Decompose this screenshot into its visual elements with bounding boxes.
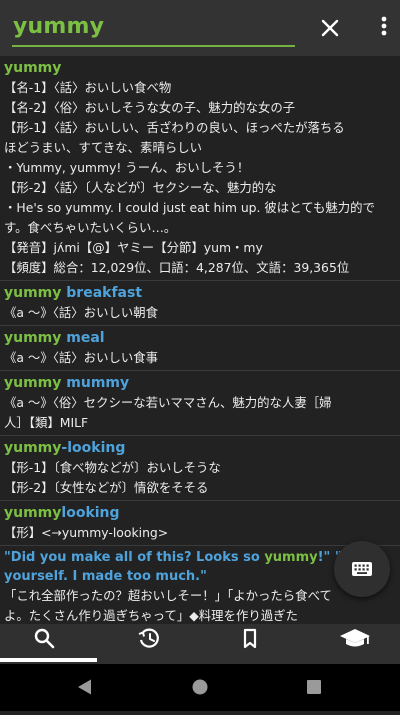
result-entry-yummy-meal[interactable]: yummy meal 《a ～》〈話〉おいしい食事 [0, 326, 400, 371]
cross-reference-line: 【形】<→yummy-looking> [4, 525, 169, 540]
close-icon [321, 19, 339, 37]
show-keyboard-button[interactable] [334, 541, 390, 597]
entry-headword: yummy [4, 60, 62, 76]
nav-study-tab[interactable] [300, 624, 400, 664]
nav-bookmarks-tab[interactable] [200, 624, 300, 664]
entry-headword: yummy meal [4, 330, 105, 346]
definition-line: 人］【類】MILF [4, 415, 89, 430]
overflow-menu-button[interactable] [372, 12, 396, 42]
system-nav-icons [78, 679, 321, 695]
system-navigation-bar [0, 664, 400, 711]
definition-line: 《a ～》〈俗〉セクシーな若いママさん、魅力的な人妻［婦 [4, 395, 332, 410]
example-translation-line: よ。たくさん作り過ぎちゃって」◆料理を作り過ぎた [4, 608, 298, 623]
recents-icon [307, 680, 321, 694]
search-input[interactable]: yummy [13, 14, 104, 39]
clear-search-button[interactable] [316, 14, 344, 42]
back-icon [78, 679, 91, 695]
definition-line: 【名-1】〈話〉おいしい食べ物 [4, 80, 172, 95]
entry-headword: yummy breakfast [4, 285, 143, 301]
definition-line: 【形-1】〈話〉おいしい、舌ざわりの良い、ほっぺたが落ちる [4, 120, 345, 135]
keyboard-icon [352, 562, 372, 576]
example-line: ・Yummy, yummy! うーん、おいしそう！ [4, 160, 250, 175]
school-icon [340, 629, 370, 647]
result-entry-yummy[interactable]: yummy 【名-1】〈話〉おいしい食べ物 【名-2】〈俗〉おいしそうな女の子、… [0, 56, 400, 281]
entry-headword: yummy-looking [4, 440, 126, 456]
result-entry-yummy-hyphen-looking[interactable]: yummy-looking 【形-1】〔食べ物などが〕おいしそうな 【形-2】〔… [0, 436, 400, 501]
more-vert-icon [381, 16, 387, 36]
bookmark-icon [243, 628, 257, 649]
result-entry-yummylooking[interactable]: yummylooking 【形】<→yummy-looking> [0, 501, 400, 546]
definition-line: 【形-1】〔食べ物などが〕おいしそうな [4, 460, 221, 475]
definition-line: 【形-2】〔女性などが〕情欲をそそる [4, 480, 209, 495]
frequency-line: 【頻度】総合：12,029位、口語：4,287位、文語：39,365位 [4, 260, 350, 275]
entry-headword: yummylooking [4, 505, 120, 521]
example-line: す。食べちゃいたいくらい…。 [4, 220, 177, 235]
result-entry-yummy-breakfast[interactable]: yummy breakfast 《a ～》〈話〉おいしい朝食 [0, 281, 400, 326]
example-line: ・He's so yummy. I could just eat him up.… [4, 200, 375, 215]
definition-line: 【名-2】〈俗〉おいしそうな女の子、魅力的な女の子 [4, 100, 296, 115]
entry-headword: yummy mummy [4, 375, 130, 391]
home-icon [192, 679, 208, 695]
definition-line: 《a ～》〈話〉おいしい朝食 [4, 305, 159, 320]
definition-line: ほどうまい、すてきな、素晴らしい [4, 140, 203, 155]
result-entry-yummy-mummy[interactable]: yummy mummy 《a ～》〈俗〉セクシーな若いママさん、魅力的な人妻［婦… [0, 371, 400, 436]
nav-history-tab[interactable] [100, 624, 200, 664]
selected-tab-indicator [0, 658, 97, 662]
definition-line: 【形-2】〈話〉〔人などが〕セクシーな、魅力的な [4, 180, 277, 195]
search-toolbar: yummy [0, 0, 400, 56]
definition-line: 《a ～》〈話〉おいしい食事 [4, 350, 159, 365]
result-list[interactable]: yummy 【名-1】〈話〉おいしい食べ物 【名-2】〈俗〉おいしそうな女の子、… [0, 56, 400, 624]
search-input-underline [12, 45, 295, 47]
pronunciation-line: 【発音】jʌ́mi【@】ヤミー【分節】yum・my [4, 240, 263, 255]
history-icon [138, 628, 159, 648]
